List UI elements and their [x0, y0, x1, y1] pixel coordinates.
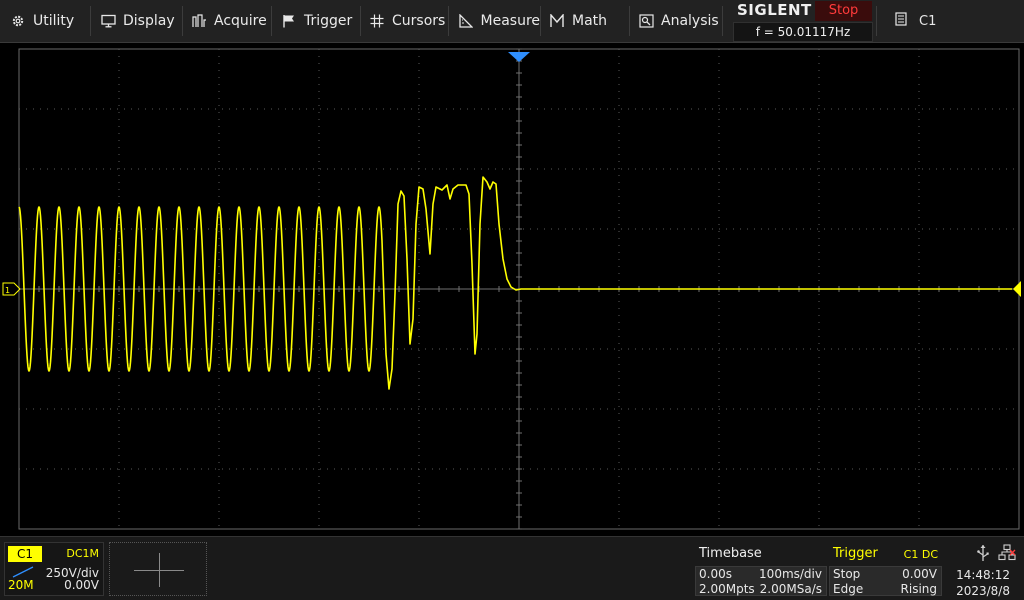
menu-cursors-label: Cursors [392, 13, 446, 29]
svg-text:1: 1 [5, 286, 10, 295]
menu-utility[interactable]: Utility [2, 0, 88, 42]
memory-depth: 2.00Mpts [699, 582, 755, 596]
active-channel-indicator[interactable]: C1 [883, 0, 1024, 42]
system-time: 14:48:12 [956, 568, 1010, 582]
trigger-level-marker[interactable] [1013, 281, 1021, 297]
menu-display[interactable]: Display [92, 0, 182, 42]
menu-display-label: Display [123, 13, 175, 29]
brand-panel: SIGLENT Stop f = 50.01117Hz [733, 0, 873, 42]
waveform-display[interactable]: 1 [0, 44, 1024, 534]
menu-utility-label: Utility [33, 13, 75, 29]
sample-rate: 2.00MSa/s [759, 582, 822, 596]
timebase-delay: 0.00s [699, 567, 732, 581]
menu-analysis[interactable]: Analysis [630, 0, 722, 42]
trigger-values: Stop 0.00V Edge Rising [829, 566, 942, 596]
brand-logo: SIGLENT [737, 1, 812, 19]
add-channel-button[interactable] [109, 542, 207, 596]
monitor-icon [100, 13, 116, 29]
network-disconnected-icon [998, 544, 1016, 561]
frequency-counter: f = 50.01117Hz [733, 22, 873, 42]
menu-divider [722, 6, 723, 36]
channel1-offset: 0.00V [64, 578, 99, 592]
crosshair-icon [369, 13, 385, 29]
plus-icon [159, 553, 160, 587]
menu-divider [448, 6, 449, 36]
trigger-position-marker[interactable] [508, 52, 530, 62]
acquire-icon [191, 13, 207, 29]
timebase-title: Timebase [699, 546, 762, 561]
trigger-level: 0.00V [902, 567, 937, 581]
channel1-info-box[interactable]: C1 DC1M 250V/div 20M 0.00V [4, 542, 104, 596]
timebase-panel[interactable]: Timebase 0.00s 100ms/div 2.00Mpts 2.00MS… [695, 542, 827, 596]
channel1-trace [18, 176, 1012, 390]
menu-measure[interactable]: Measure [450, 0, 540, 42]
measure-icon [458, 13, 474, 29]
status-bar: C1 DC1M 250V/div 20M 0.00V Timebase 0.00… [0, 536, 1024, 600]
channel1-bandwidth: 20M [8, 578, 34, 592]
menu-bar: Utility Display Acquire Trigger Cursors … [0, 0, 1024, 43]
trigger-type: Edge [833, 582, 864, 596]
menu-acquire-label: Acquire [214, 13, 267, 29]
menu-divider [876, 6, 877, 36]
system-info: 14:48:12 2023/8/8 [946, 542, 1022, 598]
trigger-mode: Stop [833, 567, 861, 581]
trigger-slope: Rising [900, 582, 937, 596]
trigger-panel[interactable]: Trigger C1 DC Stop 0.00V Edge Rising [829, 542, 942, 596]
menu-measure-label: Measure [480, 13, 541, 29]
flag-icon [281, 13, 297, 29]
analysis-icon [638, 13, 654, 29]
timebase-scale: 100ms/div [759, 567, 822, 581]
probe-icon [12, 566, 34, 578]
menu-math-label: Math [572, 13, 608, 29]
menu-trigger[interactable]: Trigger [273, 0, 359, 42]
menu-cursors[interactable]: Cursors [361, 0, 449, 42]
menu-divider [271, 6, 272, 36]
timebase-values: 0.00s 100ms/div 2.00Mpts 2.00MSa/s [695, 566, 827, 596]
trigger-title: Trigger [833, 546, 878, 561]
document-icon [895, 12, 907, 30]
channel1-coupling: DC1M [66, 547, 99, 560]
trigger-source: C1 DC [903, 548, 938, 561]
channel1-offset-marker[interactable]: 1 [2, 282, 21, 296]
menu-trigger-label: Trigger [304, 13, 353, 29]
gear-icon [10, 13, 26, 29]
run-stop-status[interactable]: Stop [815, 1, 872, 21]
menu-acquire[interactable]: Acquire [183, 0, 273, 42]
active-channel-label: C1 [919, 13, 937, 29]
math-icon [549, 13, 565, 29]
menu-math[interactable]: Math [541, 0, 629, 42]
menu-divider [90, 6, 91, 36]
menu-analysis-label: Analysis [661, 13, 719, 29]
usb-icon [977, 545, 989, 561]
channel1-label: C1 [8, 546, 42, 562]
system-date: 2023/8/8 [956, 584, 1010, 598]
